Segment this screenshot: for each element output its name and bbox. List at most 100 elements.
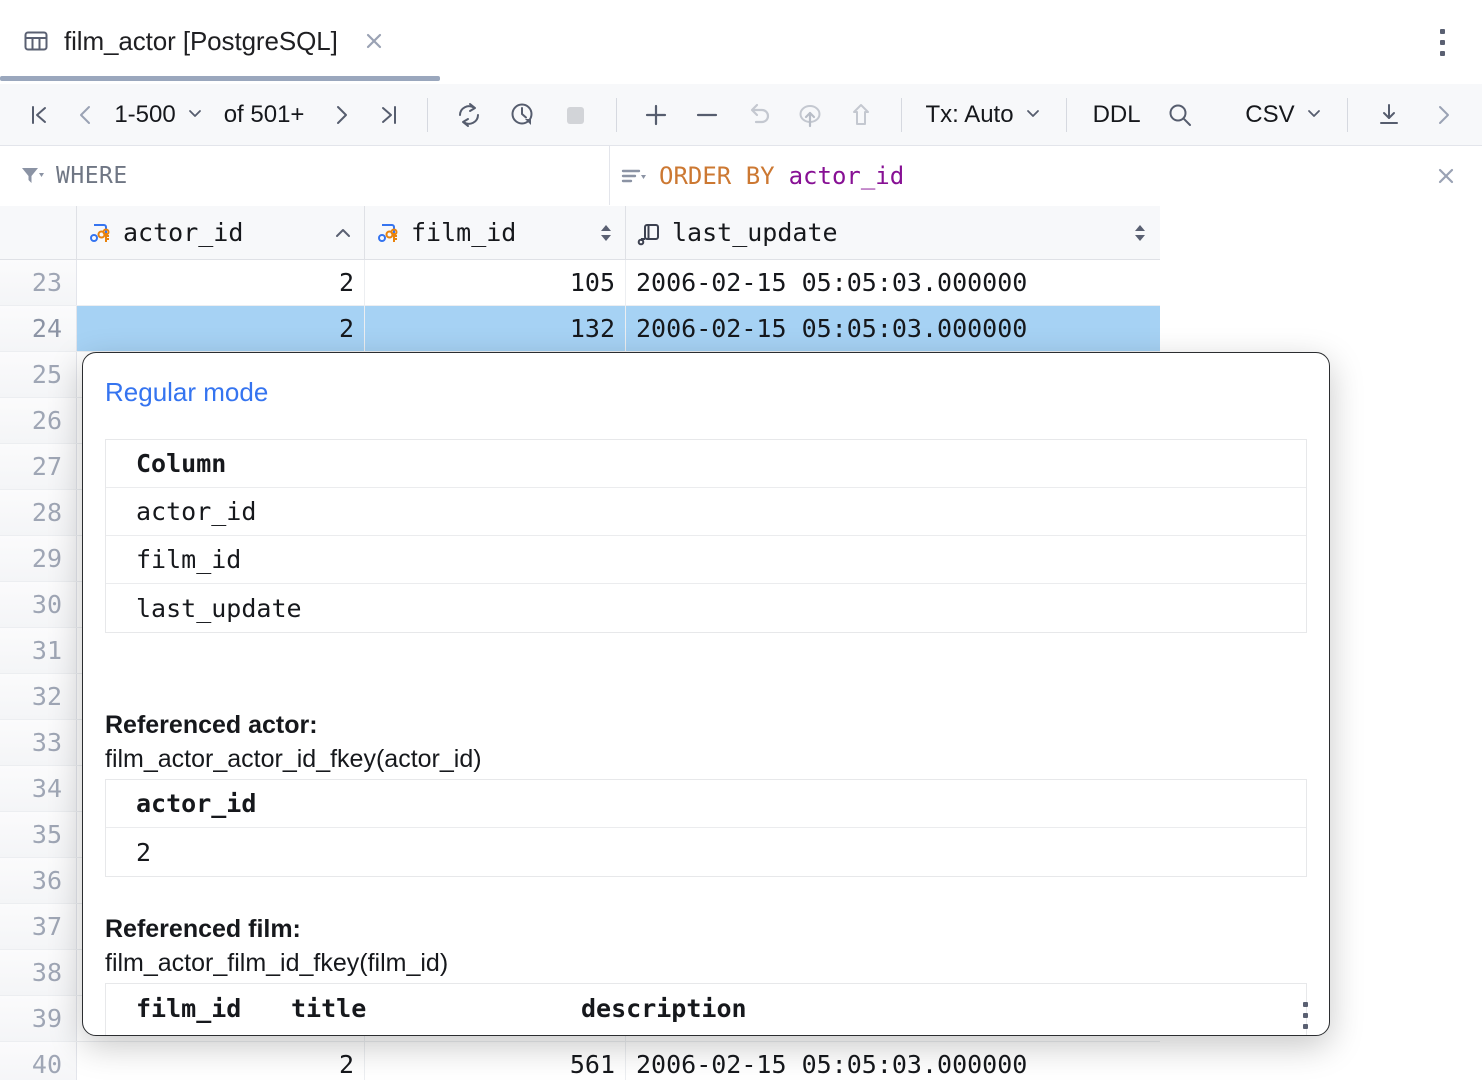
cell-column-name: actor_id — [106, 497, 1306, 526]
tx-label: Tx: Auto — [926, 101, 1014, 129]
result-toolbar: 1-500 of 501+ — [0, 84, 1482, 146]
row-number: 37 — [0, 904, 77, 949]
row-number: 27 — [0, 444, 77, 489]
sort-both-icon[interactable] — [597, 221, 615, 245]
submit-up-icon[interactable] — [835, 84, 886, 146]
ddl-label: DDL — [1093, 101, 1141, 129]
chevron-down-icon — [186, 101, 204, 129]
order-by-clause-input[interactable]: ORDER BY actor_id — [611, 146, 1411, 205]
cell-column-name: last_update — [106, 594, 1306, 623]
previous-page-icon[interactable] — [61, 84, 108, 146]
column-header-label: Column — [106, 449, 1306, 478]
table-row[interactable]: 2321052006-02-15 05:05:03.000000 — [0, 260, 1160, 306]
cell-actor-id[interactable]: 2 — [77, 1042, 365, 1080]
referenced-film-title: Referenced film: — [105, 915, 301, 944]
refresh-icon[interactable] — [442, 84, 495, 146]
page-range-label: 1-500 — [114, 101, 175, 129]
clock-history-icon[interactable] — [495, 84, 548, 146]
row-number: 35 — [0, 812, 77, 857]
where-clause-input[interactable]: WHERE — [0, 146, 610, 205]
header-description: description — [551, 994, 1251, 1023]
tab-active-underline — [0, 76, 440, 81]
referenced-actor-constraint: film_actor_actor_id_fkey(actor_id) — [105, 745, 482, 774]
tab-film-actor[interactable]: film_actor [PostgreSQL] — [0, 0, 388, 82]
cell-actor-id: 2 — [106, 838, 1306, 867]
cell-film-id[interactable]: 132 — [365, 306, 626, 351]
foreign-key-icon — [375, 219, 403, 247]
row-number: 34 — [0, 766, 77, 811]
last-page-icon[interactable] — [366, 84, 413, 146]
row-number: 29 — [0, 536, 77, 581]
row-number: 39 — [0, 996, 77, 1041]
minus-icon[interactable] — [682, 84, 733, 146]
foreign-key-icon — [87, 219, 115, 247]
undo-icon[interactable] — [733, 84, 784, 146]
next-page-icon[interactable] — [318, 84, 365, 146]
header-film-id: film_id — [106, 994, 261, 1023]
search-icon[interactable] — [1153, 84, 1208, 146]
close-icon[interactable] — [360, 27, 388, 55]
more-vertical-icon[interactable] — [1426, 22, 1458, 62]
cell-last-update[interactable]: 2006-02-15 05:05:03.000000 — [626, 306, 1159, 351]
column-header-actor-id[interactable]: actor_id — [77, 206, 365, 259]
row-number: 31 — [0, 628, 77, 673]
order-by-column: actor_id — [789, 162, 905, 190]
table-row[interactable]: last_update — [106, 584, 1306, 632]
where-label: WHERE — [56, 163, 128, 189]
chevron-down-icon — [1024, 101, 1042, 129]
filter-icon[interactable] — [18, 163, 44, 189]
toolbar-overflow-icon[interactable] — [1417, 84, 1472, 146]
column-header-last-update[interactable]: last_update — [626, 206, 1159, 259]
referenced-actor-title: Referenced actor: — [105, 711, 318, 740]
download-icon[interactable] — [1362, 84, 1417, 146]
first-page-icon[interactable] — [18, 84, 61, 146]
column-name: film_id — [411, 218, 516, 247]
column-list-table: Column actor_id film_id last_update — [105, 439, 1307, 633]
column-header-film-id[interactable]: film_id — [365, 206, 626, 259]
close-icon[interactable] — [1430, 160, 1462, 192]
foreign-key-preview-popup: Regular mode Column actor_id film_id las… — [82, 352, 1330, 1036]
cell-actor-id[interactable]: 2 — [77, 306, 365, 351]
row-number: 36 — [0, 858, 77, 903]
sort-icon[interactable] — [619, 163, 647, 189]
referenced-film-table: film_id title description — [105, 983, 1307, 1036]
table-row[interactable]: film_id — [106, 536, 1306, 584]
plus-icon[interactable] — [631, 84, 682, 146]
csv-label: CSV — [1245, 101, 1294, 129]
toolbar-divider — [427, 98, 428, 132]
chevron-up-icon[interactable] — [332, 222, 354, 244]
stop-icon[interactable] — [548, 84, 601, 146]
tab-bar: film_actor [PostgreSQL] — [0, 0, 1482, 85]
row-number: 40 — [0, 1042, 77, 1080]
row-number: 33 — [0, 720, 77, 765]
toolbar-divider-2 — [616, 98, 617, 132]
cell-last-update[interactable]: 2006-02-15 05:05:03.000000 — [626, 1042, 1159, 1080]
cell-last-update[interactable]: 2006-02-15 05:05:03.000000 — [626, 260, 1159, 305]
table-row[interactable]: 2421322006-02-15 05:05:03.000000 — [0, 306, 1160, 352]
table-row[interactable]: 2 — [106, 828, 1306, 876]
row-number: 24 — [0, 306, 77, 351]
row-number: 28 — [0, 490, 77, 535]
row-number: 30 — [0, 582, 77, 627]
referenced-film-constraint: film_actor_film_id_fkey(film_id) — [105, 949, 448, 978]
filter-bar: WHERE ORDER BY actor_id — [0, 146, 1482, 207]
table-grid-icon — [22, 27, 50, 55]
regular-mode-link[interactable]: Regular mode — [105, 377, 268, 408]
export-format-selector[interactable]: CSV — [1235, 84, 1332, 146]
transaction-mode-selector[interactable]: Tx: Auto — [916, 84, 1052, 146]
ddl-button[interactable]: DDL — [1081, 84, 1153, 146]
row-number: 23 — [0, 260, 77, 305]
more-vertical-icon[interactable] — [1295, 993, 1315, 1036]
column-name: last_update — [672, 218, 838, 247]
header-actor-id: actor_id — [106, 789, 1306, 818]
page-range-selector[interactable]: 1-500 — [108, 84, 209, 146]
cell-actor-id[interactable]: 2 — [77, 260, 365, 305]
cell-film-id[interactable]: 561 — [365, 1042, 626, 1080]
sort-both-icon[interactable] — [1131, 221, 1149, 245]
preview-changes-icon[interactable] — [784, 84, 835, 146]
table-row[interactable]: actor_id — [106, 488, 1306, 536]
table-row[interactable]: 4025612006-02-15 05:05:03.000000 — [0, 1042, 1160, 1080]
tab-title: film_actor [PostgreSQL] — [64, 26, 338, 57]
row-number-header — [0, 206, 77, 259]
cell-film-id[interactable]: 105 — [365, 260, 626, 305]
